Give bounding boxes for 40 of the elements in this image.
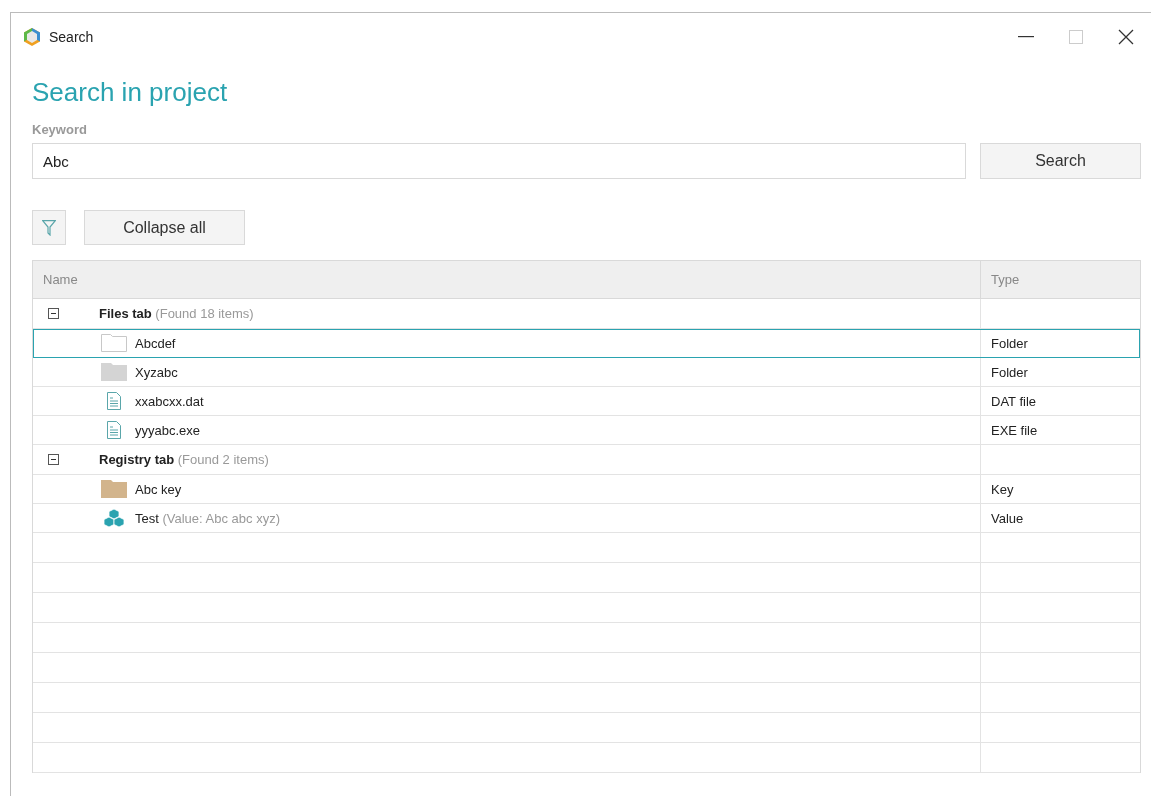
item-name: Abcdef	[135, 335, 176, 351]
result-row[interactable]: yyyabc.exe EXE file	[33, 416, 1140, 445]
item-type: Value	[991, 510, 1024, 526]
group-label: Registry tab (Found 2 items)	[99, 452, 269, 467]
item-type: Folder	[991, 364, 1028, 380]
item-name: yyyabc.exe	[135, 422, 201, 438]
keyword-label: Keyword	[32, 122, 88, 137]
dialog-heading: Search in project	[32, 77, 229, 108]
result-row[interactable]: Xyzabc Folder	[33, 358, 1140, 387]
close-icon	[1118, 29, 1134, 45]
folder-icon	[101, 363, 127, 381]
result-row[interactable]: Test (Value: Abc abc xyz) Value	[33, 504, 1140, 533]
window-title: Search	[49, 29, 95, 45]
item-name: xxabcxx.dat	[135, 393, 204, 409]
maximize-icon	[1069, 30, 1083, 44]
filter-button[interactable]	[32, 210, 66, 245]
item-name: Abc key	[135, 481, 182, 497]
collapse-toggle-icon[interactable]	[48, 308, 59, 319]
item-type: Key	[991, 481, 1014, 497]
filter-icon	[42, 219, 56, 236]
document-icon	[107, 392, 121, 410]
result-row[interactable]: xxabcxx.dat DAT file	[33, 387, 1140, 416]
item-name: Test (Value: Abc abc xyz)	[135, 510, 280, 526]
result-row[interactable]: Abc key Key	[33, 475, 1140, 504]
result-row[interactable]: Abcdef Folder	[33, 329, 1140, 358]
collapse-all-button[interactable]: Collapse all	[84, 210, 245, 245]
folder-outline-icon	[101, 334, 127, 352]
item-type: EXE file	[991, 422, 1038, 438]
search-button[interactable]: Search	[980, 143, 1141, 179]
app-logo-icon	[23, 28, 41, 46]
document-icon	[107, 421, 121, 439]
folder-icon	[101, 480, 127, 498]
keyword-input[interactable]: Abc	[32, 143, 966, 179]
cubes-icon	[104, 509, 124, 527]
minimize-icon	[1018, 36, 1034, 38]
collapse-toggle-icon[interactable]	[48, 454, 59, 465]
group-label: Files tab (Found 18 items)	[99, 306, 254, 321]
item-type: Folder	[991, 335, 1028, 351]
item-name: Xyzabc	[135, 364, 178, 380]
item-type: DAT file	[991, 393, 1037, 409]
